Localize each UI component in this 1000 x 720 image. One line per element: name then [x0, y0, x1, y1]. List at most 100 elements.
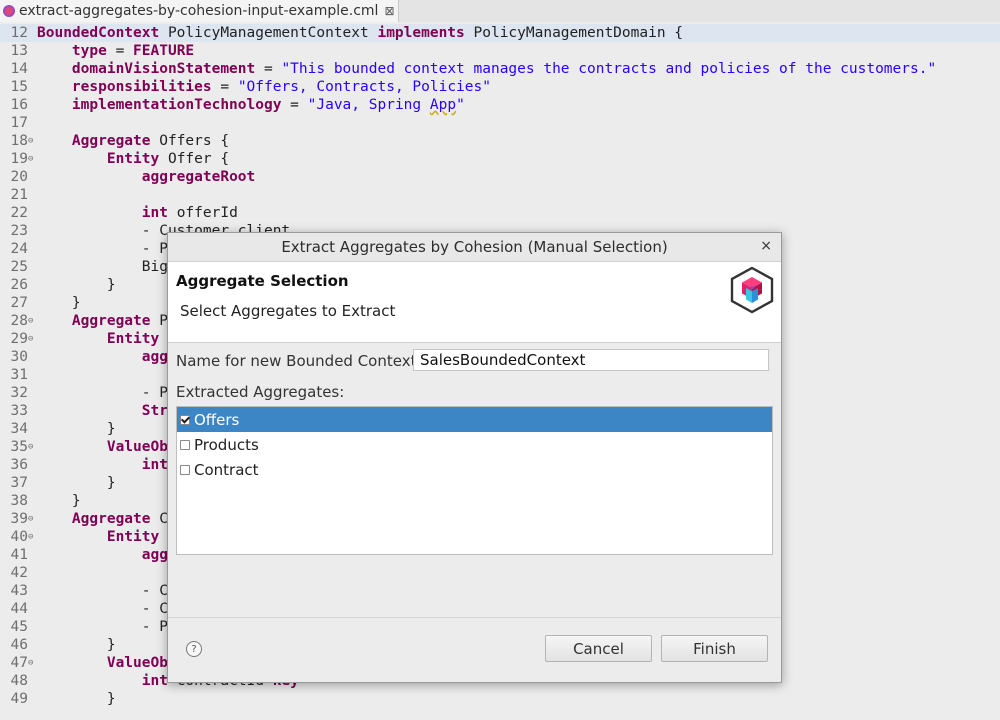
code-line[interactable]: 16 implementationTechnology = "Java, Spr…	[0, 96, 1000, 114]
code-token: PolicyManagementDomain {	[464, 25, 684, 41]
code-token: - P	[37, 385, 168, 401]
code-token: }	[37, 475, 116, 491]
code-line[interactable]: 18 ⊖ Aggregate Offers {	[0, 132, 1000, 150]
fold-toggle-icon[interactable]: ⊖	[28, 150, 36, 168]
code-token: "Offers, Contracts, Policies"	[237, 79, 491, 95]
code-token: }	[37, 691, 116, 707]
code-token: ValueOb	[106, 655, 168, 671]
editor-tab[interactable]: extract-aggregates-by-cohesion-input-exa…	[0, 0, 399, 22]
line-number: 37	[10, 475, 28, 491]
code-text: Entity	[37, 528, 159, 546]
fold-toggle-icon[interactable]: ⊖	[28, 528, 36, 546]
code-line[interactable]: 17	[0, 114, 1000, 132]
code-token: =	[211, 79, 238, 95]
code-text: }	[37, 420, 116, 438]
aggregate-checkbox[interactable]	[180, 464, 190, 475]
aggregate-checkbox[interactable]	[180, 414, 190, 425]
aggregate-checkbox[interactable]	[180, 439, 190, 450]
line-number: 45	[10, 619, 28, 635]
dialog-titlebar[interactable]: Extract Aggregates by Cohesion (Manual S…	[168, 233, 781, 262]
code-token: }	[37, 295, 81, 311]
code-token: agg	[141, 349, 168, 365]
editor-tab-bar: extract-aggregates-by-cohesion-input-exa…	[0, 0, 1000, 23]
line-number: 17	[10, 115, 28, 131]
code-line[interactable]: 20 aggregateRoot	[0, 168, 1000, 186]
code-line[interactable]: 22 int offerId	[0, 204, 1000, 222]
code-text: Entity Offer {	[37, 150, 229, 168]
code-token: }	[37, 637, 116, 653]
finish-button[interactable]: Finish	[661, 635, 768, 662]
code-token: Entity	[106, 529, 160, 545]
code-token: - C	[37, 601, 168, 617]
code-text: implementationTechnology = "Java, Spring…	[37, 96, 465, 114]
code-line[interactable]: 49 }	[0, 690, 1000, 708]
fold-toggle-icon[interactable]: ⊖	[28, 510, 36, 528]
dialog-header: Aggregate Selection Select Aggregates to…	[168, 262, 781, 343]
close-tab-icon[interactable]: ⊠	[384, 4, 394, 18]
line-number: 35	[10, 439, 28, 455]
line-number: 49	[10, 691, 28, 707]
code-token: - C	[37, 583, 168, 599]
aggregate-list-item[interactable]: Contract	[177, 457, 772, 482]
fold-toggle-icon[interactable]: ⊖	[28, 132, 36, 150]
code-text: }	[37, 276, 116, 294]
line-number: 27	[10, 295, 28, 311]
line-number: 43	[10, 583, 28, 599]
code-line[interactable]: 12 BoundedContext PolicyManagementContext…	[0, 24, 1000, 42]
code-token: C	[150, 511, 168, 527]
line-number: 32	[10, 385, 28, 401]
fold-toggle-icon[interactable]: ⊖	[28, 654, 36, 672]
code-text: Aggregate C	[37, 510, 168, 528]
code-text: domainVisionStatement = "This bounded co…	[37, 60, 936, 78]
code-token: domainVisionStatement	[71, 61, 256, 77]
fold-toggle-icon[interactable]: ⊖	[28, 438, 36, 456]
code-text: - P	[37, 618, 168, 636]
code-line[interactable]: 21	[0, 186, 1000, 204]
code-token: Aggregate	[71, 511, 151, 527]
help-icon[interactable]: ?	[186, 641, 202, 657]
line-number: 23	[10, 223, 28, 239]
code-text: }	[37, 474, 116, 492]
code-token: Str	[141, 403, 168, 419]
extracted-aggregates-list[interactable]: Offers Products Contract	[176, 406, 773, 555]
code-token: type	[71, 43, 107, 59]
code-line[interactable]: 15 responsibilities = "Offers, Contracts…	[0, 78, 1000, 96]
tab-title: extract-aggregates-by-cohesion-input-exa…	[19, 3, 379, 19]
code-token: FEATURE	[133, 43, 195, 59]
code-text: }	[37, 492, 81, 510]
fold-toggle-icon[interactable]: ⊖	[28, 312, 36, 330]
line-number: 29	[10, 331, 28, 347]
cancel-button[interactable]: Cancel	[545, 635, 652, 662]
code-text: }	[37, 294, 81, 312]
aggregate-list-item[interactable]: Products	[177, 432, 772, 457]
dialog-title: Extract Aggregates by Cohesion (Manual S…	[281, 238, 668, 256]
code-token: P	[150, 313, 168, 329]
code-token: Aggregate	[71, 313, 151, 329]
line-number: 34	[10, 421, 28, 437]
line-number: 31	[10, 367, 28, 383]
code-line[interactable]: 13 type = FEATURE	[0, 42, 1000, 60]
bounded-context-name-input[interactable]	[413, 349, 769, 371]
code-token: }	[37, 421, 116, 437]
code-token: "This bounded context manages the contra…	[281, 61, 937, 77]
code-text: agg	[37, 546, 168, 564]
code-line[interactable]: 14 domainVisionStatement = "This bounded…	[0, 60, 1000, 78]
line-number: 30	[10, 349, 28, 365]
code-token: Aggregate	[71, 133, 151, 149]
aggregate-list-item[interactable]: Offers	[177, 407, 772, 432]
fold-toggle-icon[interactable]: ⊖	[28, 330, 36, 348]
close-icon[interactable]: ×	[760, 238, 772, 254]
code-line[interactable]: 19 ⊖ Entity Offer {	[0, 150, 1000, 168]
line-number: 41	[10, 547, 28, 563]
context-mapper-cube-icon	[730, 266, 774, 314]
code-token: aggregateRoot	[141, 169, 256, 185]
code-text: Aggregate P	[37, 312, 168, 330]
